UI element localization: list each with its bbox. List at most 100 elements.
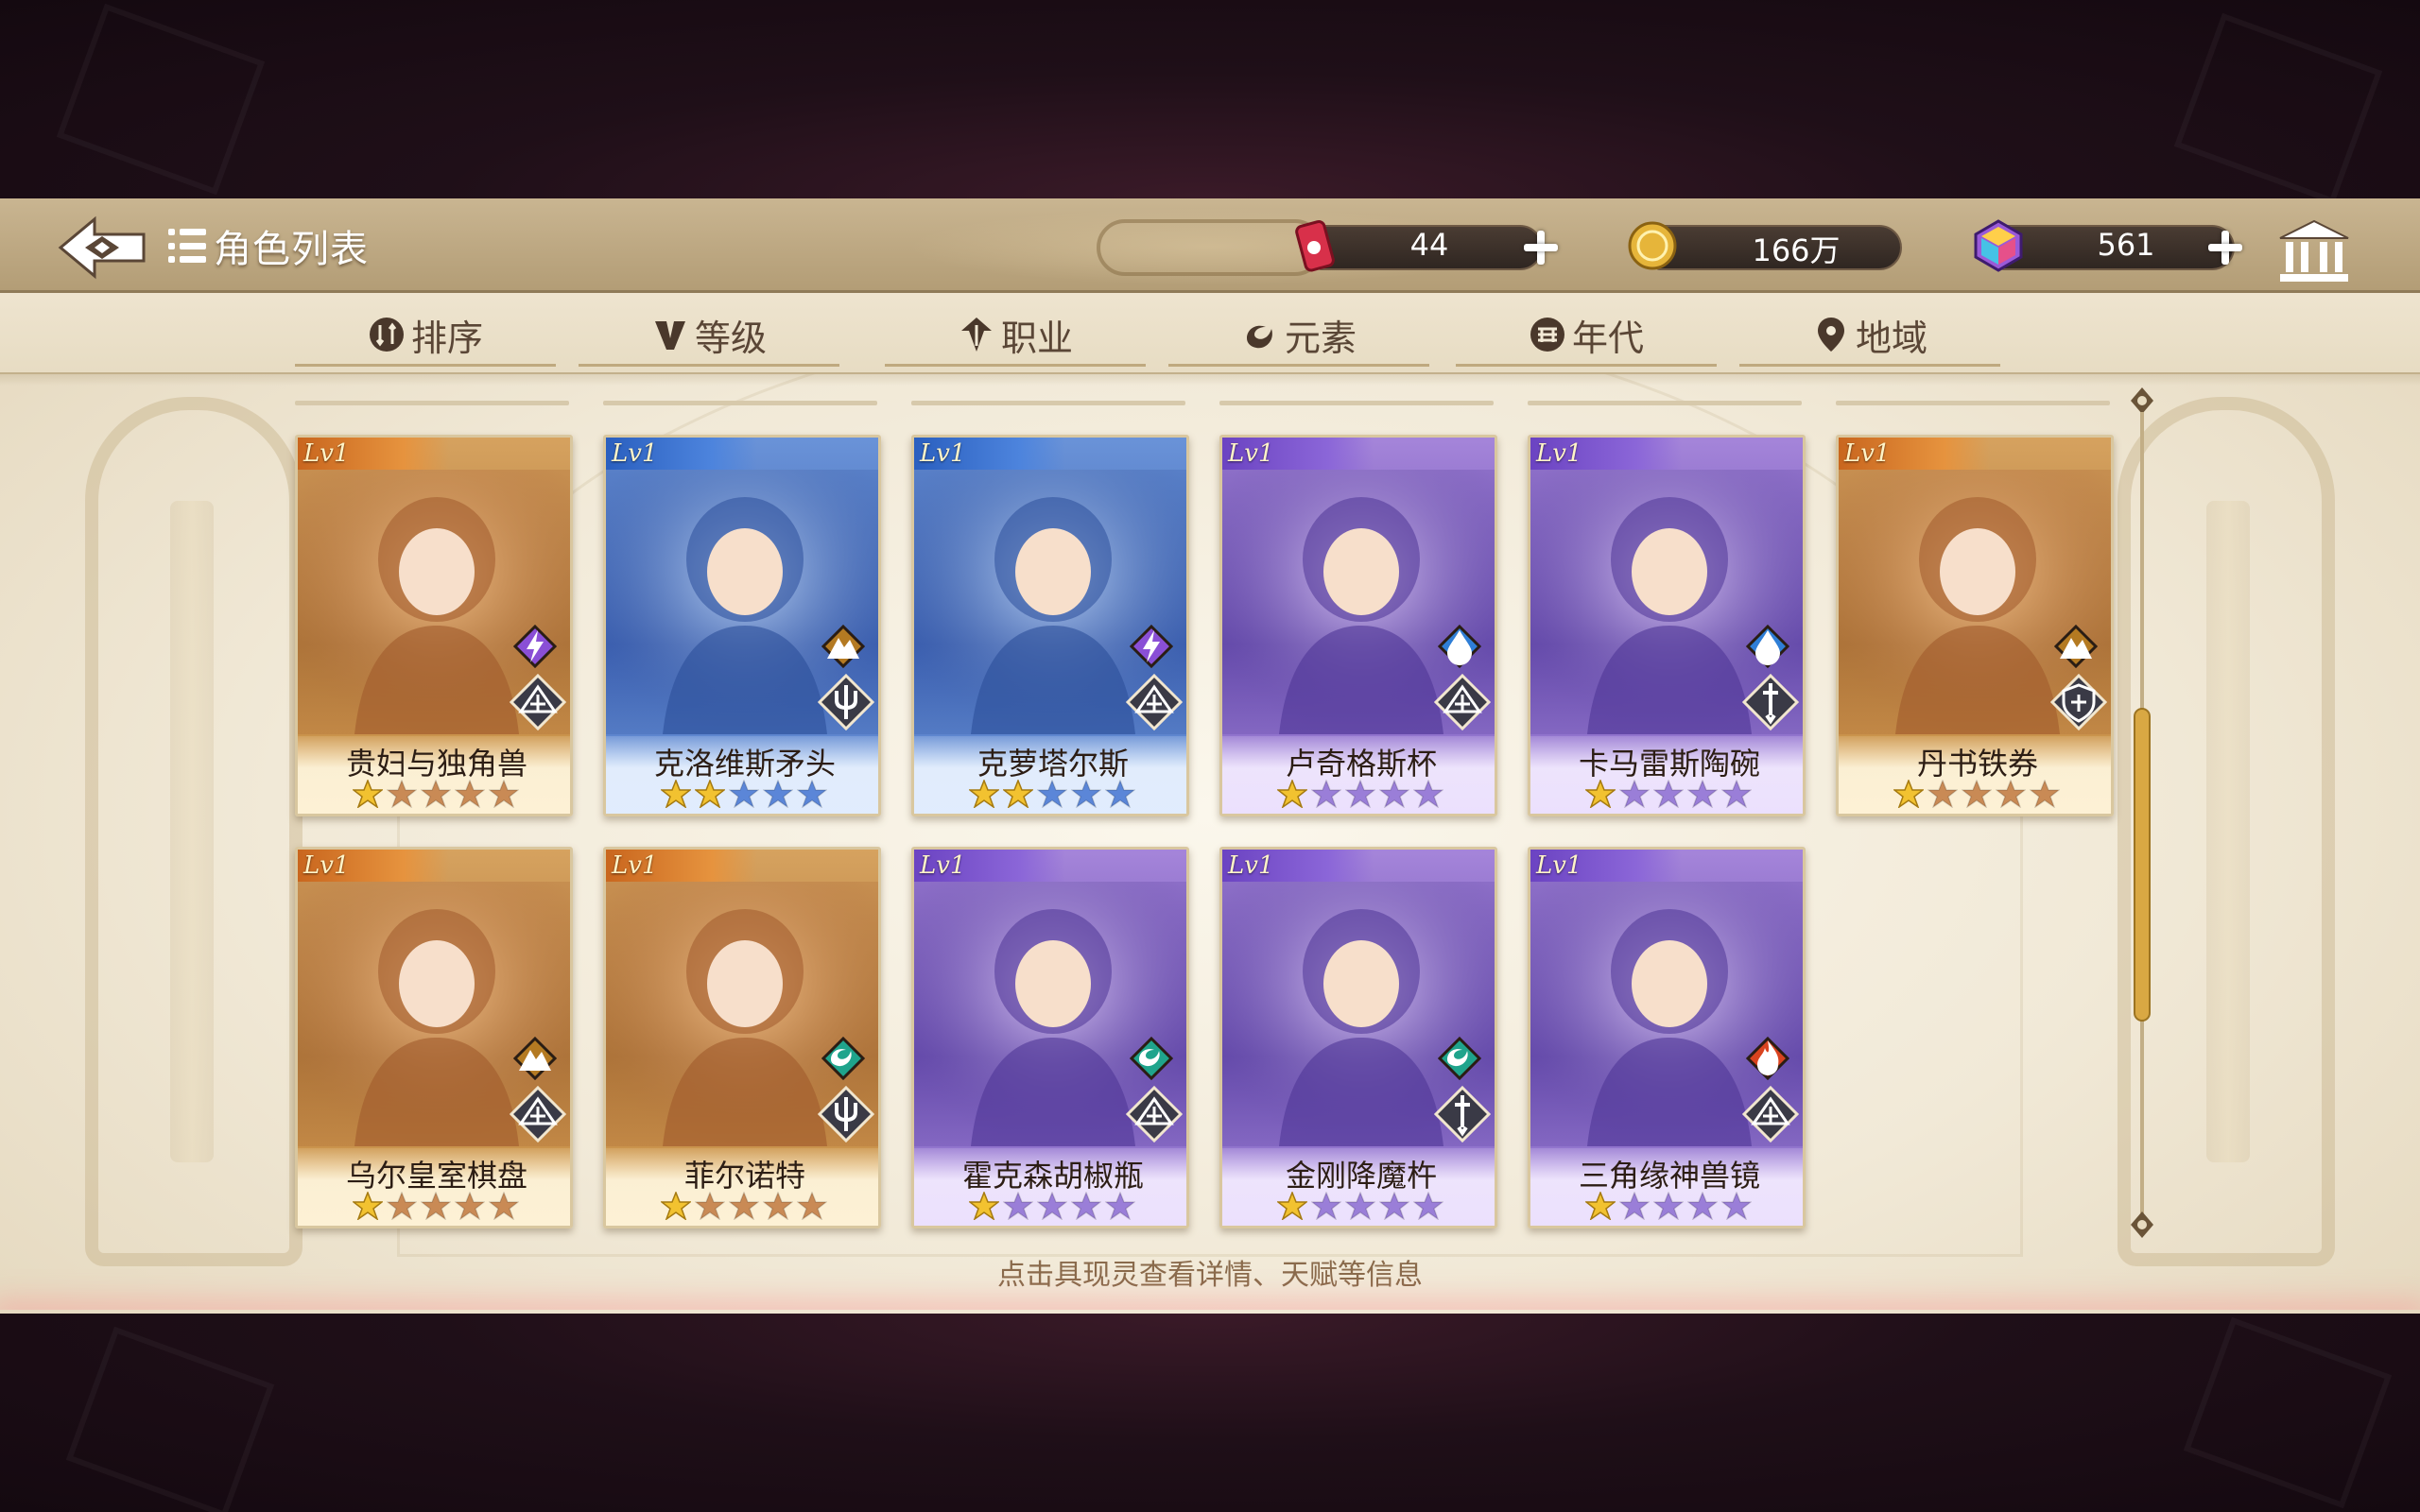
tab-profession[interactable]: 职业 (885, 306, 1146, 367)
star-filled-icon (661, 1192, 691, 1220)
name-plate: 三角缘神兽镜 (1530, 1148, 1803, 1226)
element-fire-icon (1746, 1037, 1789, 1080)
star-empty-icon (797, 1192, 827, 1220)
star-empty-icon (797, 780, 827, 808)
star-empty-icon (1687, 1192, 1718, 1220)
star-empty-icon (1413, 780, 1443, 808)
class-book-icon (1126, 1086, 1183, 1143)
add-gem-button[interactable] (2206, 229, 2244, 266)
star-empty-icon (1927, 780, 1958, 808)
column-rail (295, 401, 569, 405)
bank-button[interactable] (2276, 217, 2352, 285)
ticket-can-icon (1295, 220, 1335, 272)
level-band: Lv1 (298, 438, 449, 470)
character-card[interactable]: Lv1 菲尔诺特 (603, 847, 881, 1228)
star-empty-icon (1721, 1192, 1752, 1220)
star-empty-icon (1311, 780, 1341, 808)
element-earth-icon (2054, 625, 2098, 668)
class-trident-icon (818, 674, 874, 730)
star-empty-icon (1105, 780, 1135, 808)
star-filled-icon (661, 780, 691, 808)
level-band: Lv1 (1839, 438, 1990, 470)
star-empty-icon (1653, 780, 1684, 808)
star-filled-icon (1003, 780, 1033, 808)
tab-era[interactable]: 年代 (1456, 306, 1717, 367)
star-rating (1585, 780, 1755, 808)
character-card[interactable]: Lv1 卡马雷斯陶碗 (1528, 435, 1806, 816)
card-level: Lv1 (303, 851, 350, 880)
level-band: Lv1 (914, 850, 1065, 882)
footer-hint: 点击具现灵查看详情、天赋等信息 (997, 1259, 1423, 1292)
star-rating (1585, 1192, 1755, 1220)
card-level: Lv1 (303, 439, 350, 468)
star-empty-icon (2030, 780, 2060, 808)
character-card[interactable]: Lv1 金刚降魔杵 (1219, 847, 1497, 1228)
star-empty-icon (1619, 780, 1650, 808)
level-v-icon (654, 321, 685, 350)
element-wind-icon (821, 1037, 865, 1080)
tab-region[interactable]: 地域 (1739, 306, 2000, 367)
character-card[interactable]: Lv1 卢奇格斯杯 (1219, 435, 1497, 816)
character-card[interactable]: Lv1 霍克森胡椒瓶 (911, 847, 1189, 1228)
scrollbar[interactable] (2121, 387, 2163, 1238)
star-empty-icon (695, 1192, 725, 1220)
element-earth-icon (821, 625, 865, 668)
class-book-icon (1434, 674, 1491, 730)
star-empty-icon (1345, 780, 1375, 808)
star-filled-icon (353, 780, 383, 808)
character-name: 菲尔诺特 (683, 1158, 805, 1194)
star-empty-icon (421, 780, 451, 808)
star-empty-icon (421, 1192, 451, 1220)
character-card[interactable]: Lv1 克萝塔尔斯 (911, 435, 1189, 816)
star-filled-icon (1277, 780, 1307, 808)
star-rating (1893, 780, 2064, 808)
back-button[interactable] (57, 214, 151, 282)
star-empty-icon (1721, 780, 1752, 808)
add-ticket-button[interactable] (1522, 229, 1560, 266)
star-rating (661, 780, 831, 808)
header-bar: 角色列表 44 166万 561 (0, 198, 2420, 293)
element-lightning-icon (513, 625, 557, 668)
character-card[interactable]: Lv1 贵妇与独角兽 (295, 435, 573, 816)
card-level: Lv1 (1228, 851, 1274, 880)
element-wind-icon (1130, 1037, 1173, 1080)
tab-level[interactable]: 等级 (579, 306, 839, 367)
character-name: 卢奇格斯杯 (1285, 746, 1437, 782)
star-empty-icon (1653, 1192, 1684, 1220)
star-empty-icon (1071, 780, 1101, 808)
star-filled-icon (1585, 1192, 1616, 1220)
star-rating (661, 1192, 831, 1220)
star-empty-icon (455, 780, 485, 808)
location-pin-icon (1817, 318, 1844, 352)
left-column (170, 501, 214, 1162)
name-plate: 丹书铁券 (1839, 736, 2111, 814)
tab-sort[interactable]: 排序 (295, 306, 556, 367)
tab-label: 地域 (1855, 317, 1927, 359)
star-empty-icon (387, 1192, 417, 1220)
name-plate: 乌尔皇室棋盘 (298, 1148, 570, 1226)
card-level: Lv1 (1228, 439, 1274, 468)
character-name: 丹书铁券 (1916, 746, 2038, 782)
star-empty-icon (1413, 1192, 1443, 1220)
profession-icon (960, 318, 992, 352)
filter-tab-bar: 排序 等级 职业 元素 年代 地域 (0, 293, 2420, 386)
name-plate: 克洛维斯矛头 (606, 736, 878, 814)
star-empty-icon (1037, 780, 1067, 808)
character-card[interactable]: Lv1 丹书铁券 (1836, 435, 2114, 816)
star-empty-icon (387, 780, 417, 808)
character-card[interactable]: Lv1 乌尔皇室棋盘 (295, 847, 573, 1228)
currency-gem: 561 (1970, 217, 2263, 274)
card-level: Lv1 (1536, 439, 1582, 468)
decor-shape (65, 1326, 275, 1512)
star-filled-icon (695, 780, 725, 808)
tab-element[interactable]: 元素 (1168, 306, 1429, 367)
character-card[interactable]: Lv1 克洛维斯矛头 (603, 435, 881, 816)
right-column (2206, 501, 2250, 1162)
tab-label: 等级 (694, 317, 767, 359)
name-plate: 霍克森胡椒瓶 (914, 1148, 1186, 1226)
level-band: Lv1 (298, 850, 449, 882)
class-shield-icon (2050, 674, 2107, 730)
star-empty-icon (1619, 1192, 1650, 1220)
character-card[interactable]: Lv1 三角缘神兽镜 (1528, 847, 1806, 1228)
card-level: Lv1 (1844, 439, 1891, 468)
